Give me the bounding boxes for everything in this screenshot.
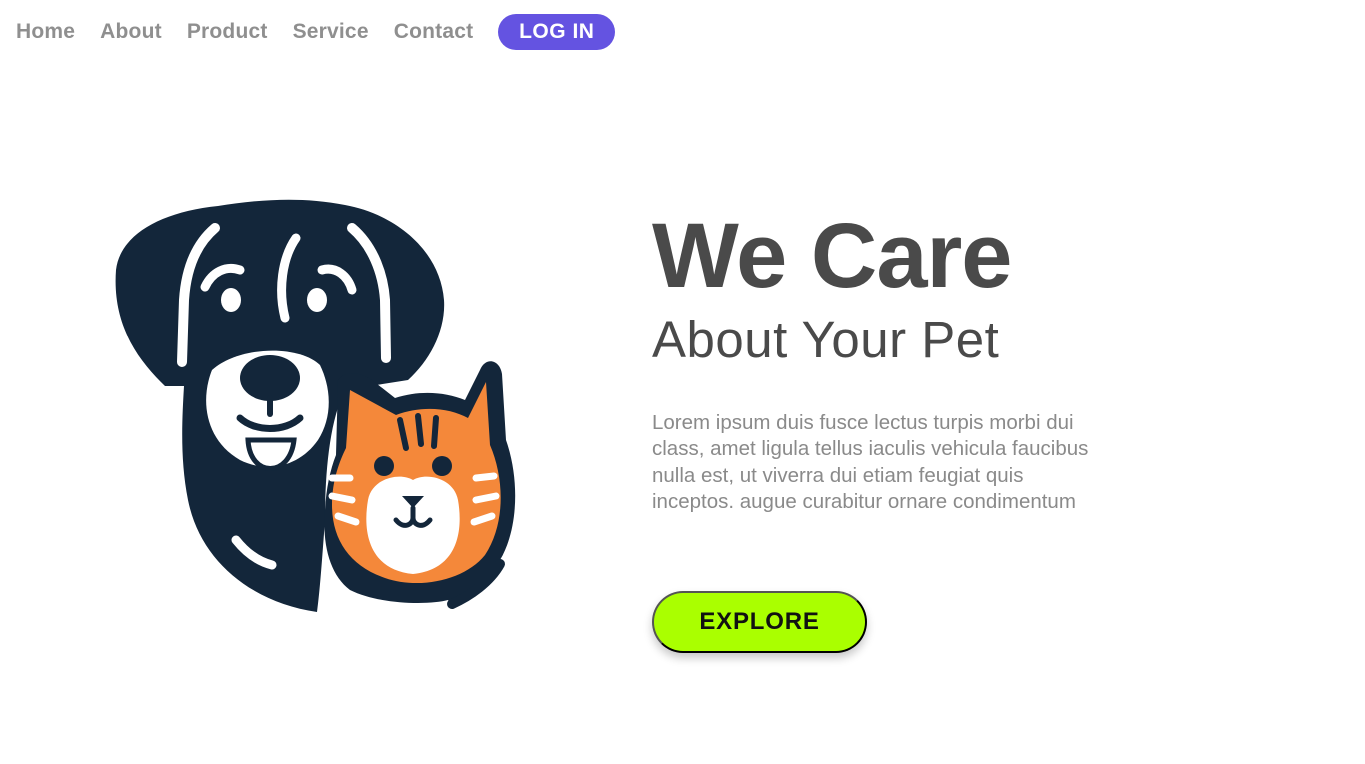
hero-body-text: Lorem ipsum duis fusce lectus turpis mor… bbox=[652, 411, 1089, 514]
dog-and-cat-icon bbox=[115, 199, 516, 612]
nav-link-about[interactable]: About bbox=[100, 20, 162, 44]
landing-page: Home About Product Service Contact LOG I… bbox=[0, 0, 1365, 764]
nav-link-contact[interactable]: Contact bbox=[394, 20, 474, 44]
login-button[interactable]: LOG IN bbox=[498, 14, 616, 50]
nav-link-home[interactable]: Home bbox=[16, 20, 75, 44]
hero-subheadline: About Your Pet bbox=[652, 311, 1000, 368]
nav-link-service[interactable]: Service bbox=[293, 20, 369, 44]
hero-text-block: We Care About Your Pet Lorem ipsum duis … bbox=[652, 206, 1122, 516]
hero-headline: We Care bbox=[652, 205, 1012, 307]
pet-illustration bbox=[100, 180, 540, 630]
nav-link-product[interactable]: Product bbox=[187, 20, 268, 44]
explore-button[interactable]: EXPLORE bbox=[652, 591, 867, 653]
top-nav: Home About Product Service Contact LOG I… bbox=[16, 14, 616, 50]
